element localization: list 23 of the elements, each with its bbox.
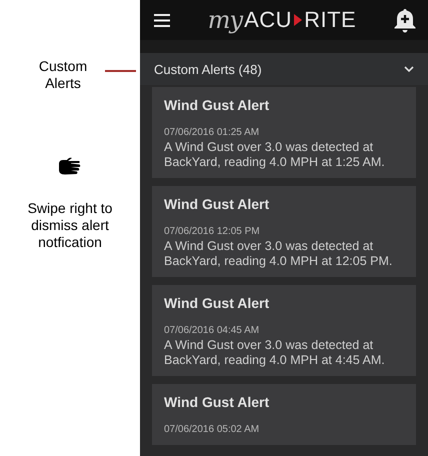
- leader-line: [105, 70, 136, 72]
- alert-message: A Wind Gust over 3.0 was detected at BackYard, reading 4.0 MPH at 1:25 AM.: [164, 140, 386, 170]
- alert-card[interactable]: Wind Gust Alert 07/06/2016 12:05 PM A Wind Gust over 3.0 was detected at BackYard, reading 4.0 MPH at 12:05 PM.: [152, 186, 416, 277]
- alert-card[interactable]: Wind Gust Alert 07/06/2016 04:45 AM A Wind Gust over 3.0 was detected at BackYard, reading 4.0 MPH at 4:45 AM.: [152, 285, 416, 376]
- alert-time: 07/06/2016 12:05 PM: [164, 226, 261, 237]
- alert-time: 07/06/2016 01:25 AM: [164, 127, 260, 138]
- chevron-icon: [404, 66, 414, 72]
- alert-message: A Wind Gust over 3.0 was detected at BackYard, reading 4.0 MPH at 12:05 PM.: [164, 239, 394, 269]
- alert-title: Wind Gust Alert: [164, 394, 270, 410]
- alert-card[interactable]: Wind Gust Alert 07/06/2016 05:02 AM: [152, 384, 416, 445]
- alert-title: Wind Gust Alert: [164, 196, 270, 212]
- alert-time: 07/06/2016 05:02 AM: [164, 424, 260, 435]
- callout-label: Custom Alerts: [38, 58, 88, 92]
- alert-title: Wind Gust Alert: [164, 97, 270, 113]
- swipe-instruction: Swipe right to dismiss alert notfication: [27, 200, 113, 251]
- alert-title: Wind Gust Alert: [164, 295, 270, 311]
- section-header[interactable]: Custom Alerts (48): [140, 53, 428, 85]
- alert-time: 07/06/2016 04:45 AM: [164, 325, 260, 336]
- alert-message: A Wind Gust over 3.0 was detected at BackYard, reading 4.0 MPH at 4:45 AM.: [164, 338, 386, 368]
- app-logo: myACU RITE: [208, 6, 356, 34]
- alert-card[interactable]: Wind Gust Alert 07/06/2016 01:25 AM A Wind Gust over 3.0 was detected at BackYard, reading 4.0 MPH at 1:25 AM.: [152, 87, 416, 178]
- menu-icon[interactable]: [154, 14, 170, 26]
- add-alert-bell-icon[interactable]: [394, 8, 416, 32]
